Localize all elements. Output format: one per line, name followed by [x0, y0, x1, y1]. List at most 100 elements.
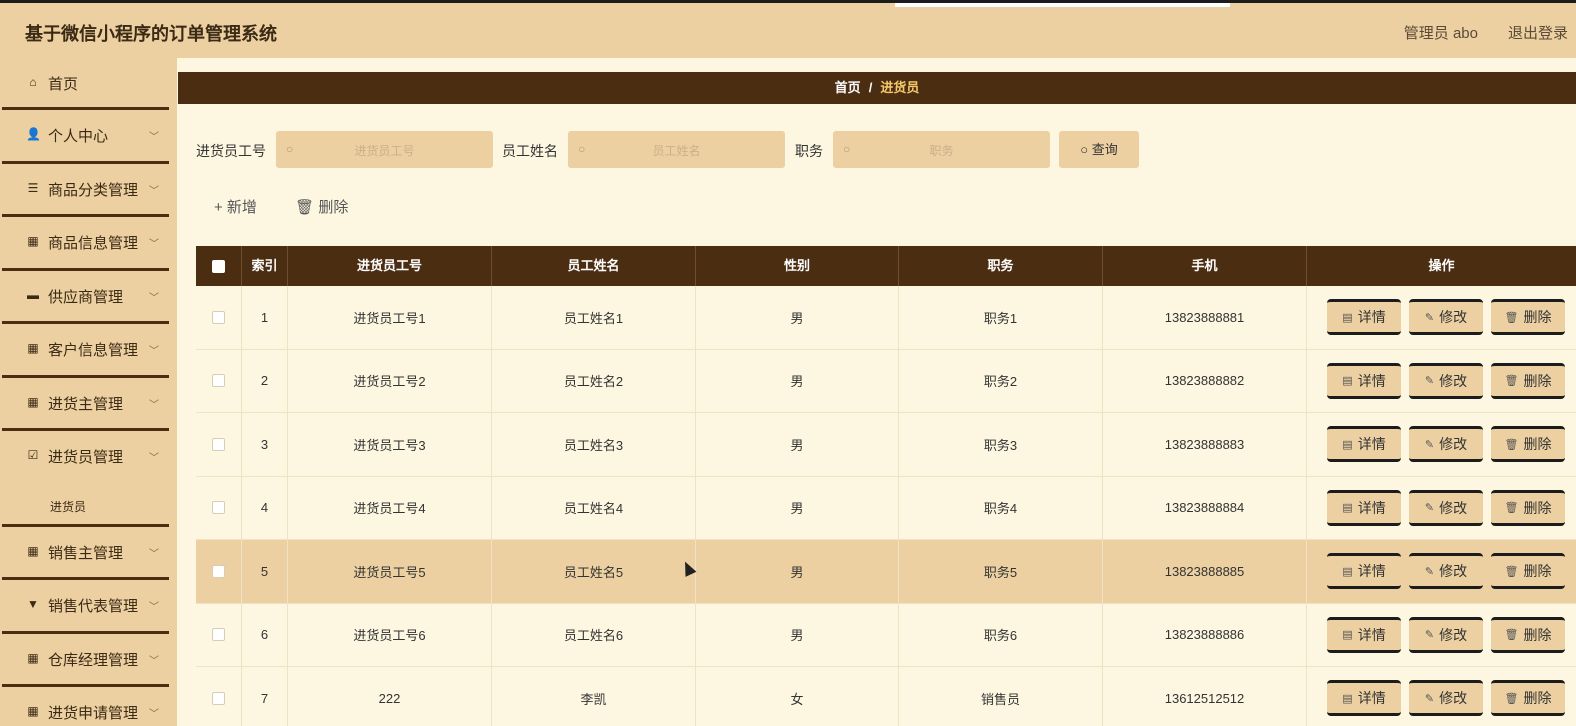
- add-button[interactable]: + 新增: [214, 199, 257, 216]
- detail-button[interactable]: ▤ 详情: [1327, 680, 1401, 717]
- trash-icon: 🗑: [1504, 375, 1519, 388]
- sidebar-item-warehouse[interactable]: ▦ 仓库经理管理 ﹀: [2, 634, 169, 687]
- sidebar-item-label: 客户信息管理: [48, 342, 139, 359]
- sidebar-item-category[interactable]: ☰ 商品分类管理 ﹀: [2, 164, 169, 217]
- document-icon: ▤: [1342, 629, 1353, 642]
- table-cell-phone: 13823888885: [1103, 540, 1307, 603]
- sidebar-item-profile[interactable]: 👤 个人中心 ﹀: [2, 110, 169, 164]
- breadcrumb-home[interactable]: 首页: [835, 80, 861, 95]
- sidebar-item-home[interactable]: ⌂ 首页: [2, 58, 169, 110]
- row-checkbox[interactable]: [212, 437, 225, 451]
- document-icon: ▤: [1342, 502, 1353, 515]
- edit-button-label: 修改: [1439, 626, 1468, 643]
- sidebar-item-sales-head[interactable]: ▦ 销售主管理 ﹀: [2, 527, 169, 580]
- table-cell-job: 销售员: [899, 667, 1103, 726]
- table-row[interactable]: 3 进货员工号3 员工姓名3 男职务3 13823888883 ▤ 详情 ✎ 修改 🗑 删除: [196, 413, 1576, 477]
- delete-button[interactable]: 🗑 删除: [1491, 362, 1565, 399]
- edit-button[interactable]: ✎ 修改: [1409, 553, 1483, 590]
- edit-button[interactable]: ✎ 修改: [1409, 426, 1483, 463]
- sidebar-item-label: 首页: [48, 76, 79, 93]
- row-select-cell: [196, 286, 242, 349]
- sidebar-item-supplier[interactable]: ▬ 供应商管理 ﹀: [2, 271, 169, 324]
- trash-icon: 🗑: [1504, 311, 1519, 324]
- table-row[interactable]: 4 进货员工号4 员工姓名4 男职务4 13823888884 ▤ 详情 ✎ 修改 🗑 删除: [196, 476, 1576, 540]
- delete-button-label: 删除: [1523, 372, 1552, 389]
- delete-button-label: 删除: [1523, 499, 1552, 516]
- edit-button[interactable]: ✎ 修改: [1409, 362, 1483, 399]
- delete-button[interactable]: 🗑 删除: [1491, 553, 1565, 590]
- detail-button[interactable]: ▤ 详情: [1327, 362, 1401, 399]
- logout-link[interactable]: 退出登录: [1508, 22, 1568, 43]
- pencil-icon: ✎: [1424, 692, 1435, 705]
- pencil-icon: ✎: [1424, 375, 1435, 388]
- edit-button[interactable]: ✎ 修改: [1409, 299, 1483, 336]
- grid-icon: ▦: [27, 394, 39, 409]
- row-checkbox[interactable]: [212, 374, 225, 388]
- sidebar-item-purchase-request[interactable]: ▦ 进货申请管理 ﹀: [2, 687, 169, 726]
- detail-button[interactable]: ▤ 详情: [1327, 426, 1401, 463]
- pencil-icon: ✎: [1424, 311, 1435, 324]
- table-cell-job: 职务2: [899, 349, 1103, 412]
- detail-button[interactable]: ▤ 详情: [1327, 616, 1401, 653]
- table-cell-index: 5: [242, 540, 288, 603]
- edit-button[interactable]: ✎ 修改: [1409, 616, 1483, 653]
- delete-button[interactable]: 🗑 删除: [1491, 299, 1565, 336]
- sidebar-item-purchaser[interactable]: ☑ 进货员管理 ﹀: [2, 431, 169, 485]
- chevron-down-icon: ﹀: [149, 602, 159, 613]
- table-cell-name: 李凯: [492, 667, 696, 726]
- edit-button[interactable]: ✎ 修改: [1409, 680, 1483, 717]
- row-checkbox[interactable]: [212, 501, 225, 515]
- delete-button[interactable]: 🗑 删除: [1491, 680, 1565, 717]
- table-cell-no: 进货员工号2: [288, 349, 492, 412]
- sidebar-item-purchase-head[interactable]: ▦ 进货主管理 ﹀: [2, 378, 169, 431]
- delete-button[interactable]: 🗑 删除: [1491, 616, 1565, 653]
- app-title: 基于微信小程序的订单管理系统: [25, 24, 277, 44]
- detail-button[interactable]: ▤ 详情: [1327, 299, 1401, 336]
- row-checkbox[interactable]: [212, 310, 225, 324]
- query-button[interactable]: ○ 查询: [1059, 131, 1139, 168]
- row-checkbox[interactable]: [212, 564, 225, 578]
- table-row[interactable]: 2 进货员工号2 员工姓名2 男职务2 13823888882 ▤ 详情 ✎ 修改 🗑 删除: [196, 349, 1576, 413]
- row-actions: ▤ 详情 ✎ 修改 🗑 删除: [1307, 413, 1576, 476]
- chevron-down-icon: ﹀: [149, 239, 159, 250]
- search-bar: 进货员工号 ○ 进货员工号 员工姓名 ○ 员工姓名 职务 ○ 职务 ○ 查询: [196, 131, 1556, 168]
- delete-button-label: 删除: [1523, 690, 1552, 707]
- sidebar-item-sales-rep[interactable]: ▼ 销售代表管理 ﹀: [2, 580, 169, 634]
- sidebar-item-goods[interactable]: ▦ 商品信息管理 ﹀: [2, 217, 169, 271]
- detail-button[interactable]: ▤ 详情: [1327, 553, 1401, 590]
- search-input-no[interactable]: ○ 进货员工号: [276, 131, 493, 168]
- detail-button[interactable]: ▤ 详情: [1327, 489, 1401, 526]
- search-placeholder: 职务: [929, 144, 954, 158]
- row-checkbox[interactable]: [212, 628, 225, 642]
- table-row[interactable]: 7 222 李凯女销售员 13612512512 ▤ 详情 ✎ 修改 🗑 删除: [196, 667, 1576, 726]
- table-row[interactable]: 6 进货员工号6 员工姓名6 男职务6 13823888886 ▤ 详情 ✎ 修改 🗑 删除: [196, 603, 1576, 667]
- sidebar-item-label: 进货主管理: [48, 395, 124, 413]
- batch-delete-button[interactable]: 🗑 删除: [295, 199, 348, 216]
- select-all-checkbox[interactable]: [212, 260, 225, 274]
- table-cell-phone: 13823888886: [1103, 603, 1307, 666]
- sidebar-item-customer[interactable]: ▦ 客户信息管理 ﹀: [2, 324, 169, 378]
- grid-icon: ▦: [27, 704, 39, 718]
- trash-icon: 🗑: [1504, 692, 1519, 705]
- table-row[interactable]: 1 进货员工号1 员工姓名1 男职务1 13823888881 ▤ 详情 ✎ 修改 🗑 删除: [196, 286, 1576, 350]
- table-cell-job: 职务5: [899, 540, 1103, 603]
- row-checkbox[interactable]: [212, 691, 225, 705]
- table-header: 索引 进货员工号 员工姓名 性别 职务 手机 操作: [196, 246, 1576, 286]
- search-input-job[interactable]: ○ 职务: [833, 131, 1050, 168]
- delete-button-label: 删除: [1523, 563, 1552, 580]
- table-cell-name: 员工姓名1: [492, 286, 696, 349]
- sidebar-subitem-purchaser[interactable]: 进货员: [2, 485, 169, 527]
- search-input-name[interactable]: ○ 员工姓名: [568, 131, 785, 168]
- table-row[interactable]: 5 进货员工号5 员工姓名5 男职务5 13823888885 ▤ 详情 ✎ 修改 🗑 删除: [196, 540, 1576, 604]
- table-cell-index: 1: [242, 286, 288, 349]
- funnel-icon: ▼: [27, 597, 39, 611]
- delete-button[interactable]: 🗑 删除: [1491, 426, 1565, 463]
- edit-button-label: 修改: [1439, 563, 1468, 580]
- edit-button[interactable]: ✎ 修改: [1409, 489, 1483, 526]
- detail-button-label: 详情: [1357, 626, 1386, 643]
- delete-button[interactable]: 🗑 删除: [1491, 489, 1565, 526]
- detail-button-label: 详情: [1357, 690, 1386, 707]
- column-header: 索引: [242, 246, 288, 286]
- grid-icon: ▦: [27, 543, 39, 558]
- row-select-cell: [196, 603, 242, 666]
